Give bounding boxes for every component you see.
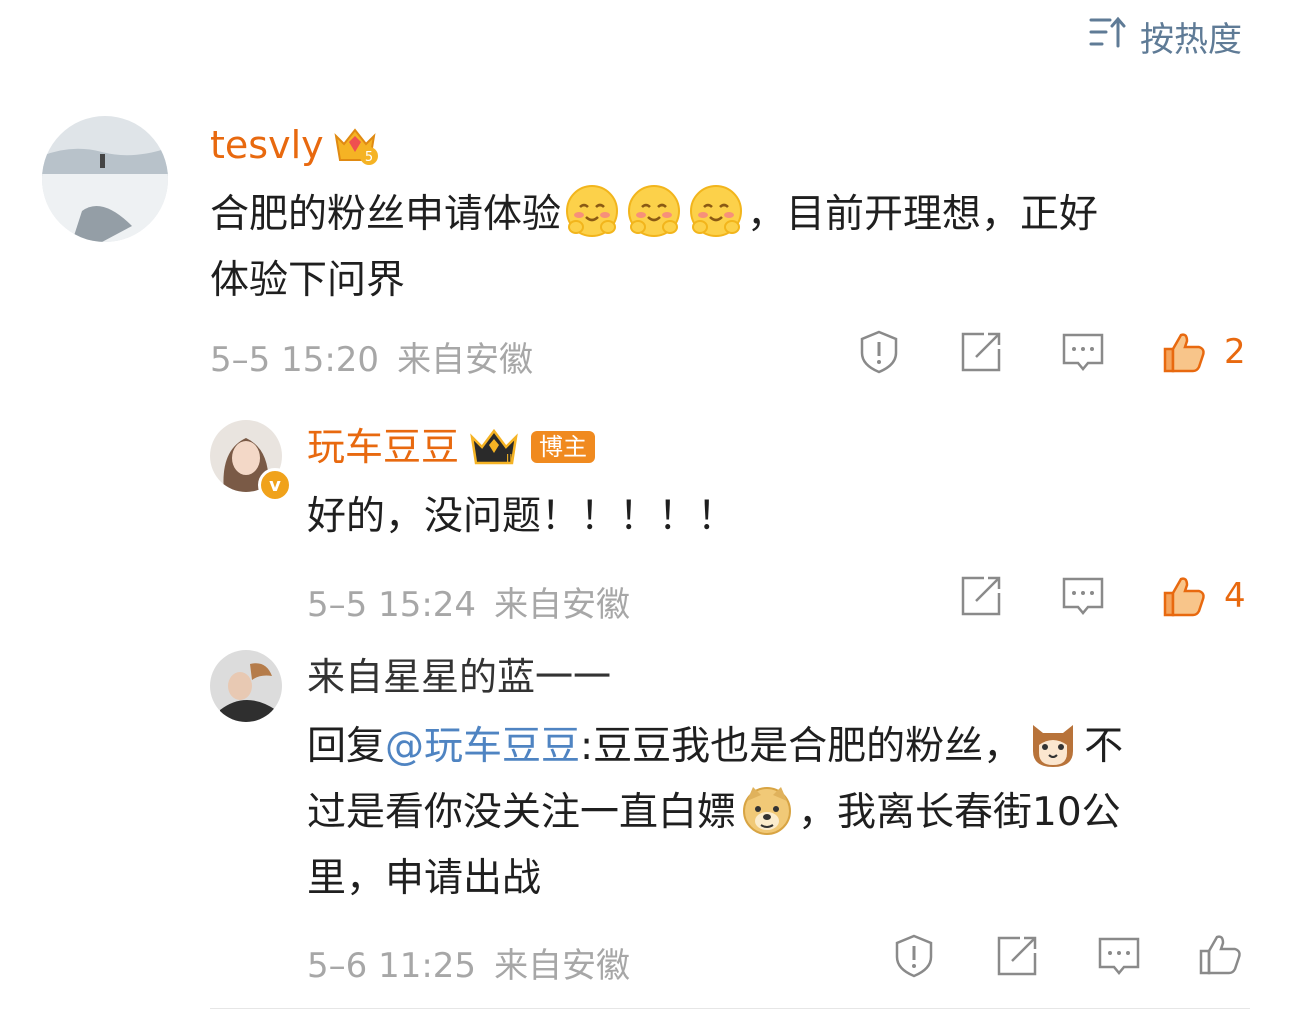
sort-by-hot-button[interactable]: 按热度 <box>1088 14 1242 60</box>
username[interactable]: 玩车豆豆 <box>307 424 459 470</box>
emoji-hug-icon <box>564 183 620 239</box>
username[interactable]: 来自星星的蓝一一 <box>307 654 611 700</box>
report-button[interactable] <box>890 934 938 982</box>
svg-text:5: 5 <box>364 150 372 165</box>
comment-meta: 5–5 15:24 来自安徽 <box>307 577 630 626</box>
like-button[interactable]: 4 <box>1160 572 1246 620</box>
comment-button[interactable] <box>1059 574 1107 622</box>
timestamp: 5–5 15:20 <box>210 340 380 380</box>
timestamp: 5–6 11:25 <box>307 946 477 986</box>
location: 来自安徽 <box>494 585 631 625</box>
verified-icon: v <box>258 468 292 502</box>
like-button[interactable]: 2 <box>1160 328 1246 376</box>
location: 来自安徽 <box>494 946 631 986</box>
avatar[interactable] <box>42 116 168 242</box>
comment-meta: 5–6 11:25 来自安徽 <box>307 938 630 987</box>
comment-button[interactable] <box>1059 330 1107 378</box>
sort-icon <box>1088 14 1128 59</box>
comment-author[interactable]: 玩车豆豆 II 博主 <box>307 424 596 470</box>
comment-author[interactable]: tesvly 5 <box>210 122 378 168</box>
emoji-cat-icon <box>1025 715 1081 771</box>
repost-icon <box>994 933 1040 983</box>
comment-icon <box>1060 573 1106 623</box>
report-icon <box>856 329 902 379</box>
svg-text:II: II <box>506 452 513 465</box>
like-icon <box>1160 328 1208 376</box>
comment-button[interactable] <box>1095 934 1143 982</box>
emoji-doge-icon <box>739 781 795 837</box>
divider <box>210 1008 1250 1009</box>
comment-meta: 5–5 15:20 来自安徽 <box>210 332 533 381</box>
comment-icon <box>1060 329 1106 379</box>
emoji-hug-icon <box>626 183 682 239</box>
repost-button[interactable] <box>957 574 1005 622</box>
repost-button[interactable] <box>993 934 1041 982</box>
comment-text: 合肥的粉丝申请体验 ，目前开理想，正好 体验下问界 <box>210 182 1250 314</box>
like-icon <box>1197 931 1243 981</box>
blogger-badge: 博主 <box>531 431 596 463</box>
repost-icon <box>958 573 1004 623</box>
comment-text: 好的，没问题！！！！！ <box>307 494 737 539</box>
mention-link[interactable]: @玩车豆豆 <box>385 724 580 769</box>
like-count: 4 <box>1224 576 1246 616</box>
location: 来自安徽 <box>397 340 534 380</box>
repost-button[interactable] <box>957 330 1005 378</box>
crown-icon: II <box>469 427 519 467</box>
crown-icon: 5 <box>332 122 378 168</box>
comment-icon <box>1096 933 1142 983</box>
avatar[interactable]: v <box>210 420 292 502</box>
report-icon <box>891 933 937 983</box>
timestamp: 5–5 15:24 <box>307 585 477 625</box>
emoji-hug-icon <box>688 183 744 239</box>
like-button[interactable] <box>1196 932 1244 980</box>
avatar[interactable] <box>210 650 282 722</box>
sort-label: 按热度 <box>1140 19 1242 60</box>
report-button[interactable] <box>855 330 903 378</box>
like-count: 2 <box>1224 332 1246 372</box>
like-icon <box>1160 572 1208 620</box>
repost-icon <box>958 329 1004 379</box>
username[interactable]: tesvly <box>210 122 324 168</box>
comment-text: 回复@玩车豆豆:豆豆我也是合肥的粉丝，不 过是看你没关注一直白嫖 ，我离长春街10… <box>307 714 1257 912</box>
